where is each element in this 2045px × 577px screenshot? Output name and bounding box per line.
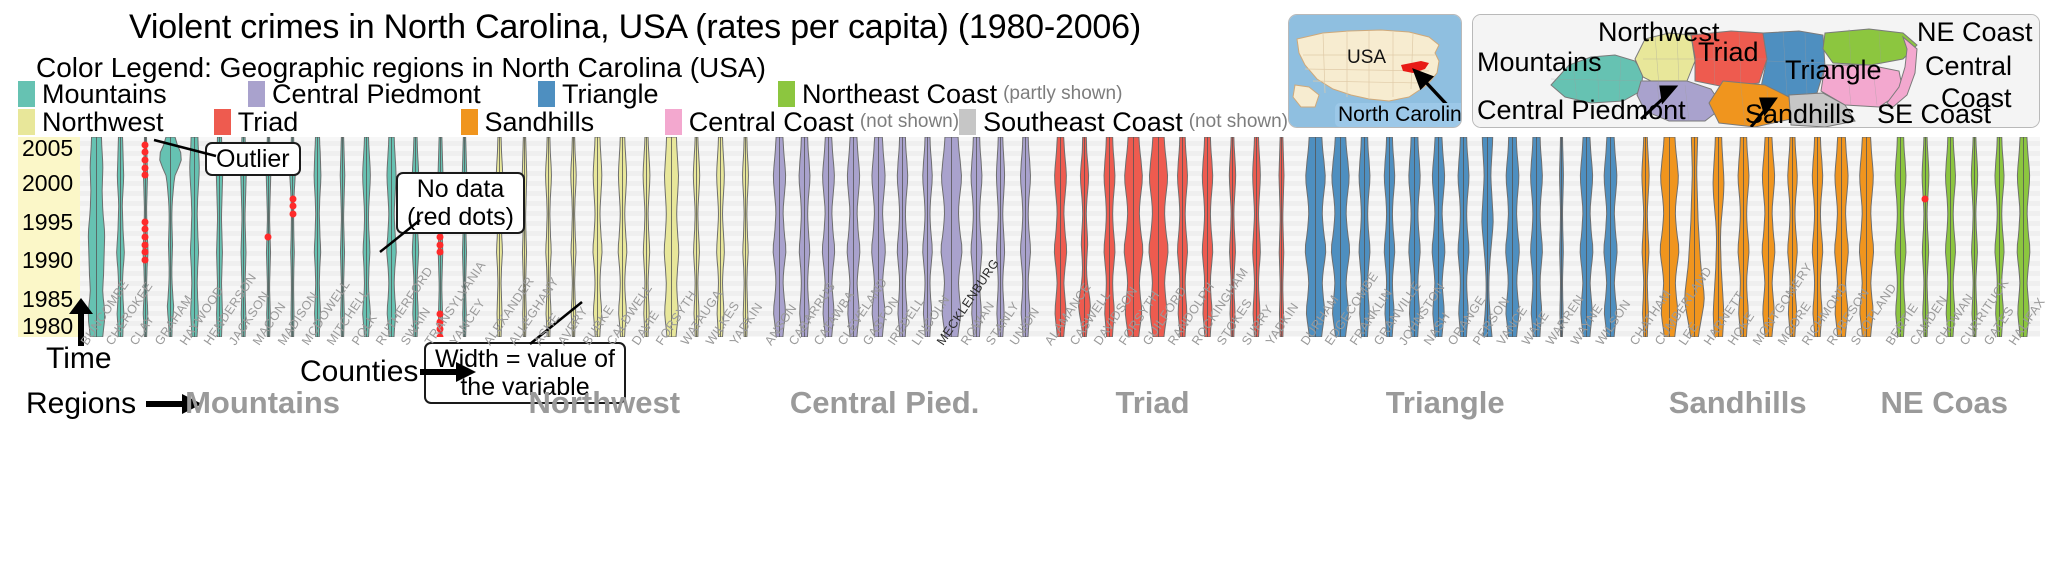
callout-no-data-leader (379, 219, 421, 253)
nc-label-triangle: Triangle (1785, 55, 1882, 85)
nc-label-central: Central (1925, 51, 2013, 81)
color-legend: Mountains Central Piedmont Triangle Nort… (18, 80, 1288, 136)
region-label-northeast-coast: NE Coas (1880, 385, 2009, 420)
legend-label-central-coast: Central Coast (688, 106, 854, 137)
nc-label-ne-coast: NE Coast (1917, 17, 2033, 47)
y-tick-2000: 2000 (22, 170, 74, 197)
legend-swatch-southeast-coast (959, 109, 977, 135)
legend-note-central-coast: (not shown) (859, 111, 960, 132)
missing-data-dot (1921, 195, 1929, 203)
legend-label-northeast-coast: Northeast Coast (802, 78, 998, 109)
missing-data-dot (436, 241, 444, 249)
y-tick-1980: 1980 (22, 313, 74, 339)
legend-item-triad[interactable]: Triad (213, 106, 461, 137)
nc-label-mountains: Mountains (1477, 47, 1602, 77)
missing-data-dot (141, 248, 149, 256)
plot-panel[interactable] (80, 137, 2040, 337)
legend-item-northeast-coast[interactable]: Northeast Coast (partly shown) (778, 78, 1123, 109)
missing-data-dot (141, 233, 149, 241)
missing-data-dot (141, 156, 149, 164)
nc-label-sandhills: Sandhills (1745, 99, 1855, 128)
y-tick-2005: 2005 (22, 135, 74, 161)
legend-row-1: Mountains Central Piedmont Triangle Nort… (18, 80, 1288, 108)
legend-item-mountains[interactable]: Mountains (18, 78, 248, 109)
missing-data-dot (289, 202, 297, 210)
legend-label-mountains: Mountains (42, 78, 167, 109)
missing-data-dot (436, 248, 444, 256)
nc-label-central-piedmont: Central Piedmont (1477, 95, 1686, 125)
legend-row-2: Northwest Triad Sandhills Central Coast … (18, 108, 1288, 136)
region-label-sandhills: Sandhills (1668, 385, 1807, 420)
legend-label-northwest: Northwest (42, 106, 164, 137)
missing-data-dot (141, 241, 149, 249)
violin-wake[interactable] (1524, 137, 1549, 337)
region-label-triad: Triad (1115, 385, 1190, 420)
legend-swatch-mountains (18, 81, 35, 107)
legend-swatch-northeast-coast (778, 81, 795, 107)
region-group-labels: Mountains Northwest Central Pied. Triad Tria… (62, 385, 2040, 425)
legend-swatch-triangle (538, 81, 555, 107)
legend-item-northwest[interactable]: Northwest (18, 106, 214, 137)
legend-swatch-central-coast (664, 109, 682, 135)
legend-item-southeast-coast[interactable]: Southeast Coast (not shown) (959, 106, 1289, 137)
missing-data-dot (141, 164, 149, 172)
nc-label-triad: Triad (1698, 37, 1759, 67)
missing-data-dot (264, 233, 272, 241)
legend-item-central-coast[interactable]: Central Coast (not shown) (664, 106, 960, 137)
missing-data-dot (141, 171, 149, 179)
y-tick-1990: 1990 (22, 247, 74, 274)
usa-state-label: North Carolina (1335, 103, 1461, 127)
legend-label-southeast-coast: Southeast Coast (983, 106, 1183, 137)
legend-swatch-northwest (18, 109, 35, 135)
legend-label-sandhills: Sandhills (484, 106, 595, 137)
region-label-mountains: Mountains (185, 385, 341, 420)
legend-swatch-central-piedmont (248, 81, 265, 107)
region-label-central-piedmont: Central Pied. (789, 385, 980, 420)
legend-label-triad: Triad (237, 106, 299, 137)
usa-locator-map: USA North Carolina (1288, 14, 1462, 128)
missing-data-dot (141, 225, 149, 233)
legend-swatch-triad (213, 109, 231, 135)
legend-note-northeast-coast: (partly shown) (1003, 83, 1123, 104)
missing-data-dot (141, 148, 149, 156)
region-label-triangle: Triangle (1385, 385, 1505, 420)
missing-data-dot (289, 195, 297, 203)
missing-data-dot (141, 141, 149, 149)
y-tick-1995: 1995 (22, 208, 74, 235)
region-label-northwest: Northwest (528, 385, 681, 420)
nc-label-se-coast: SE Coast (1877, 99, 1992, 128)
y-tick-1985: 1985 (22, 285, 74, 312)
usa-country-label: USA (1347, 47, 1386, 68)
legend-swatch-sandhills (460, 109, 478, 135)
legend-item-central-piedmont[interactable]: Central Piedmont (248, 78, 538, 109)
page-title: Violent crimes in North Carolina, USA (r… (129, 8, 1141, 46)
legend-item-sandhills[interactable]: Sandhills (460, 106, 665, 137)
legend-note-southeast-coast: (not shown) (1188, 111, 1289, 132)
legend-label-central-piedmont: Central Piedmont (272, 78, 481, 109)
missing-data-dot (141, 256, 149, 264)
missing-data-dot (436, 233, 444, 241)
missing-data-dot (289, 210, 297, 218)
nc-regions-map: Northwest Triad Triangle NE Coast Mounta… (1472, 14, 2040, 128)
missing-data-dot (141, 218, 149, 226)
legend-item-triangle[interactable]: Triangle (538, 78, 778, 109)
legend-label-triangle: Triangle (562, 78, 659, 109)
callout-outlier-leader (153, 138, 217, 158)
